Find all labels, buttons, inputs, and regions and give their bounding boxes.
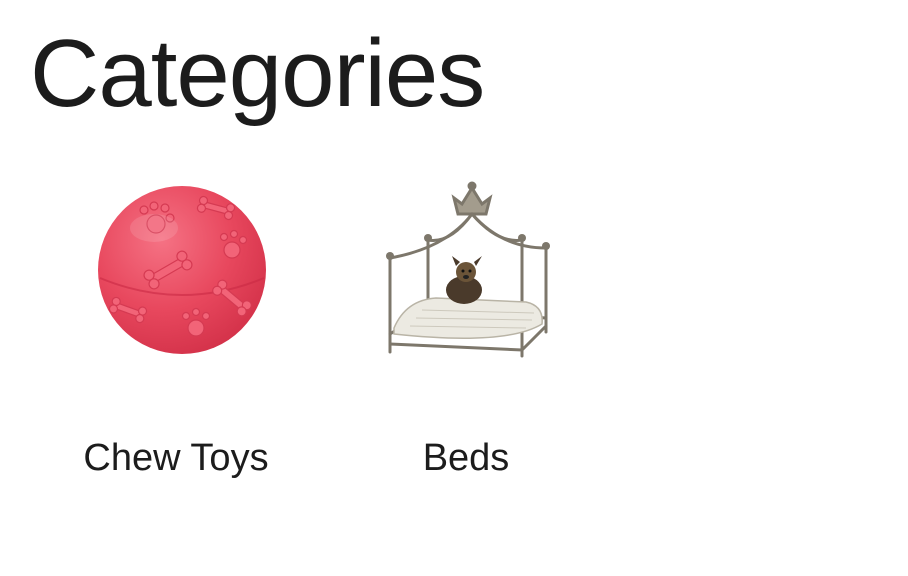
category-label-chew-toys[interactable]: Chew Toys (36, 434, 316, 482)
category-card-chew-toys[interactable]: Chew Toys (36, 178, 316, 488)
category-label-beds[interactable]: Beds (326, 434, 606, 482)
canopy-dog-bed-icon[interactable] (326, 178, 606, 378)
page-title: Categories (30, 20, 485, 127)
category-card-beds[interactable]: Beds (326, 178, 606, 488)
chew-toy-ball-icon[interactable] (36, 178, 316, 378)
